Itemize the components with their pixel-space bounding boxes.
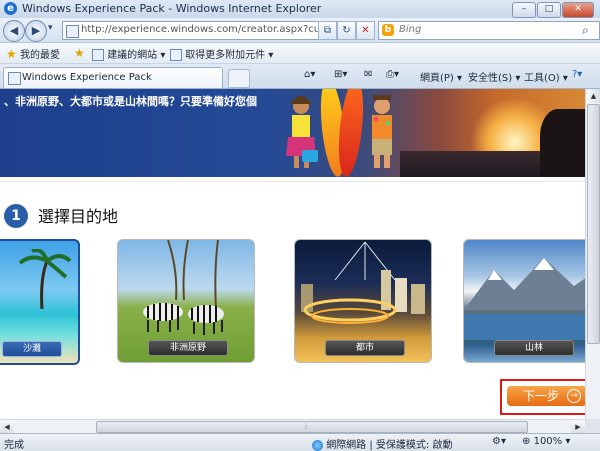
zebra-icon xyxy=(143,240,224,335)
destination-card-beach[interactable]: 沙灘 xyxy=(0,239,80,365)
scroll-up-icon[interactable]: ▲ xyxy=(587,89,600,103)
favorites-label: 我的最愛 xyxy=(19,50,60,61)
zoom-level: 100% xyxy=(533,436,563,447)
horizontal-scroll-thumb[interactable]: ⦙ xyxy=(96,421,528,433)
home-icon[interactable]: ⌂▾ xyxy=(304,69,315,80)
address-toolbar: ◀ ▶ ▾ http://experience.windows.com/crea… xyxy=(0,18,600,43)
step-title: 選擇目的地 xyxy=(38,207,119,226)
safety-menu[interactable]: 安全性(S) ▾ xyxy=(468,69,520,84)
search-box[interactable]: b Bing ⌕ xyxy=(378,21,600,40)
tools-menu[interactable]: 工具(O) ▾ xyxy=(524,69,568,84)
scroll-right-icon[interactable]: ▶ xyxy=(571,420,585,434)
favorites-button[interactable]: ★ 我的最愛 xyxy=(6,46,60,61)
address-url[interactable]: http://experience.windows.com/creator.as… xyxy=(81,24,321,35)
get-addons-label: 取得更多附加元件 ▾ xyxy=(185,50,274,61)
minimize-button[interactable]: – xyxy=(512,2,536,18)
forward-button[interactable]: ▶ xyxy=(25,20,47,42)
suggested-sites-icon xyxy=(92,49,104,61)
rock-image xyxy=(540,109,585,177)
help-icon[interactable]: ?▾ xyxy=(572,69,582,80)
favorites-star-icon: ★ xyxy=(6,47,17,61)
bing-icon: b xyxy=(382,24,394,36)
page-menu[interactable]: 網頁(P) ▾ xyxy=(420,69,462,84)
ie-logo-icon: e xyxy=(4,2,17,15)
vertical-scrollbar[interactable]: ▲ xyxy=(585,89,600,419)
suggested-sites-label: 建議的網站 ▾ xyxy=(107,50,166,61)
security-zone-label: 網際網路 | 受保護模式: 啟動 xyxy=(326,440,453,451)
feeds-icon[interactable]: ⊞▾ xyxy=(334,69,347,80)
search-icon[interactable]: ⌕ xyxy=(582,23,589,38)
page-content: 、非洲原野、大都市或是山林間嗎？只要準備好您個 1 選擇目的地 沙灘 非洲原野 xyxy=(0,89,585,419)
protected-mode-icon[interactable]: ⚙▾ xyxy=(492,436,506,447)
print-icon[interactable]: ⎙▾ xyxy=(386,69,399,80)
back-button[interactable]: ◀ xyxy=(3,20,25,42)
refresh-icon[interactable]: ↻ xyxy=(337,21,356,40)
history-dropdown-icon[interactable]: ▾ xyxy=(48,23,53,33)
favorites-bar: ★ 我的最愛 ★ 建議的網站 ▾ 取得更多附加元件 ▾ xyxy=(0,43,600,64)
suggested-sites-button[interactable]: 建議的網站 ▾ xyxy=(92,46,165,61)
mountain-icon xyxy=(464,258,585,340)
security-zone[interactable]: 網際網路 | 受保護模式: 啟動 xyxy=(312,436,452,451)
new-tab-button[interactable] xyxy=(228,69,250,88)
tab-row: Windows Experience Pack ⌂▾ ⊞▾ ✉ ⎙▾ 網頁(P)… xyxy=(0,64,600,89)
search-placeholder[interactable]: Bing xyxy=(399,24,421,35)
divider xyxy=(0,181,585,182)
banner-slogan: 、非洲原野、大都市或是山林間嗎？只要準備好您個 xyxy=(4,95,257,108)
zoom-dropdown-icon: ▾ xyxy=(565,436,571,447)
destination-label: 非洲原野 xyxy=(148,340,228,356)
destination-card-mountain[interactable]: 山林 xyxy=(463,239,585,363)
traveler-character-icon xyxy=(286,96,318,168)
vertical-scroll-thumb[interactable] xyxy=(587,104,600,344)
palm-tree-icon xyxy=(18,249,72,309)
globe-icon xyxy=(312,439,323,451)
destination-card-safari[interactable]: 非洲原野 xyxy=(117,239,255,363)
zoom-control[interactable]: ⊕ 100% ▾ xyxy=(522,436,570,447)
addons-icon xyxy=(170,49,182,61)
tab-windows-experience-pack[interactable]: Windows Experience Pack xyxy=(3,67,223,88)
scroll-corner xyxy=(585,419,600,433)
add-favorite-icon[interactable]: ★ xyxy=(74,46,85,60)
destination-label: 都市 xyxy=(325,340,405,356)
next-button[interactable]: 下一步 → xyxy=(507,386,585,406)
arrow-right-icon: → xyxy=(567,389,581,403)
step-number-badge: 1 xyxy=(4,204,28,228)
tab-title: Windows Experience Pack xyxy=(22,72,152,83)
destination-label: 沙灘 xyxy=(2,341,62,357)
stop-icon[interactable]: ✕ xyxy=(356,21,375,40)
window-title: Windows Experience Pack - Windows Intern… xyxy=(22,2,322,15)
status-text: 完成 xyxy=(4,440,24,451)
city-skyline-icon xyxy=(301,241,425,324)
mail-icon[interactable]: ✉ xyxy=(364,69,372,80)
scroll-left-icon[interactable]: ◀ xyxy=(0,420,14,434)
maximize-button[interactable]: □ xyxy=(537,2,561,18)
destination-label: 山林 xyxy=(494,340,574,356)
header-banner: 、非洲原野、大都市或是山林間嗎？只要準備好您個 xyxy=(0,89,585,177)
scroll-grip-icon: ⦙ xyxy=(305,422,307,431)
tab-favicon xyxy=(8,72,21,85)
close-button[interactable]: ✕ xyxy=(562,2,594,18)
status-bar: 完成 網際網路 | 受保護模式: 啟動 ⚙▾ ⊕ 100% ▾ xyxy=(0,433,600,451)
next-button-label: 下一步 xyxy=(523,389,560,403)
traveler-character-icon xyxy=(372,95,392,168)
horizontal-scrollbar[interactable]: ◀ ⦙ ▶ xyxy=(0,419,585,434)
title-bar: e Windows Experience Pack - Windows Inte… xyxy=(0,0,600,19)
compatibility-view-icon[interactable]: ⧉ xyxy=(318,21,337,40)
zoom-icon: ⊕ xyxy=(522,436,531,447)
destination-card-city[interactable]: 都市 xyxy=(294,239,432,363)
get-addons-button[interactable]: 取得更多附加元件 ▾ xyxy=(170,46,273,61)
page-icon xyxy=(66,25,79,38)
